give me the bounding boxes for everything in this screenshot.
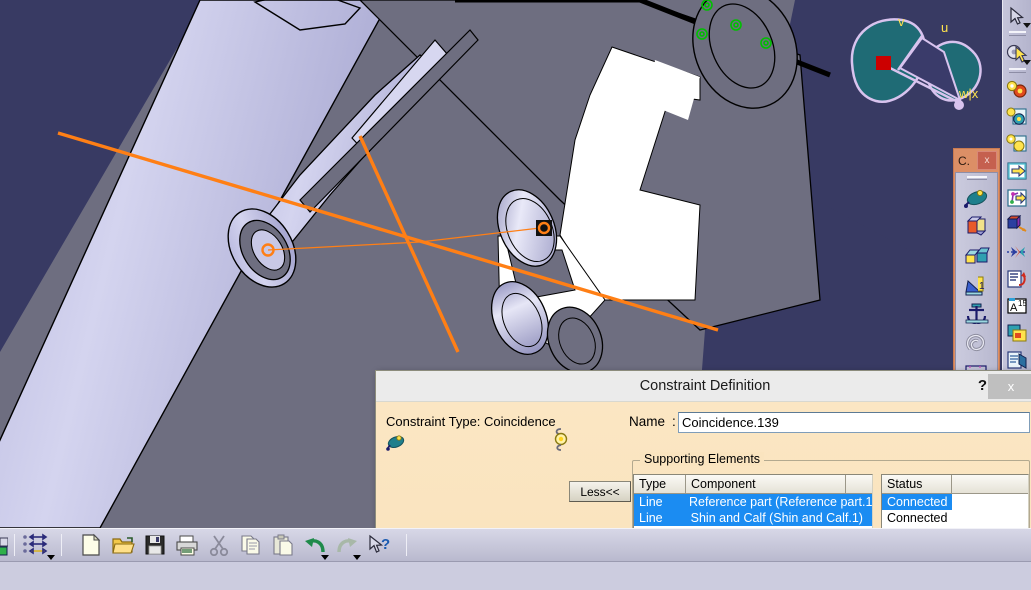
right-vertical-toolbar[interactable]: A 15 (1002, 0, 1031, 380)
toolbar-grip[interactable] (966, 176, 987, 180)
contact-constraint-icon[interactable] (962, 212, 992, 241)
partial-left-icon[interactable] (0, 532, 8, 558)
annotation-icon[interactable]: A 15 (1004, 292, 1031, 319)
less-button[interactable]: Less<< (569, 481, 631, 502)
cut-icon[interactable] (206, 532, 232, 558)
redo-icon[interactable] (334, 532, 361, 560)
name-colon: : (672, 414, 676, 429)
svg-text:A: A (1010, 302, 1018, 314)
cell-component: Reference part (Reference part.1) (684, 494, 872, 510)
bottom-status-area: ? (0, 528, 1031, 590)
new-file-icon[interactable] (78, 532, 104, 558)
column-header-component[interactable]: Component (686, 475, 846, 493)
coincidence-constraint-icon[interactable] (962, 183, 992, 212)
fix-component-icon[interactable] (962, 299, 992, 328)
status-row[interactable]: Connected (882, 510, 1028, 526)
update-all-icon[interactable] (1004, 76, 1031, 103)
insert-new-part-icon[interactable] (1004, 184, 1031, 211)
column-header-type[interactable]: Type (634, 475, 686, 493)
whats-this-help-icon[interactable]: ? (366, 532, 396, 558)
dropdown-arrow-icon[interactable] (321, 555, 329, 560)
close-icon-glyph: x (1007, 379, 1015, 394)
scene-icon[interactable] (1004, 319, 1031, 346)
svg-text:15: 15 (1018, 299, 1027, 308)
select-arrow-icon[interactable] (1004, 2, 1031, 29)
status-table[interactable]: Status Connected Connected (881, 474, 1029, 536)
dropdown-arrow-icon[interactable] (353, 555, 361, 560)
copy-icon[interactable] (238, 532, 264, 558)
standard-toolbar[interactable]: ? (0, 528, 1031, 562)
table-row[interactable]: Line Shin and Calf (Shin and Calf.1) (634, 510, 872, 526)
less-button-label: Less<< (580, 484, 620, 499)
constraint-name-input[interactable] (678, 412, 1030, 433)
floating-toolbar-titlebar[interactable]: C. x (955, 150, 998, 172)
fix-together-icon[interactable] (962, 328, 992, 357)
manipulate-icon[interactable] (1004, 39, 1031, 66)
cell-type: Line (634, 510, 686, 526)
update-part-icon[interactable] (1004, 103, 1031, 130)
manipulation-icon[interactable] (21, 532, 55, 560)
floating-constraints-toolbar[interactable]: C. x 1 (953, 148, 1000, 389)
table-header-row: Type Component (634, 475, 872, 494)
undo-icon[interactable] (302, 532, 329, 560)
cell-component: Shin and Calf (Shin and Calf.1) (685, 510, 872, 526)
toolbar-separator (14, 534, 15, 556)
status-row[interactable]: Connected (882, 494, 1028, 510)
close-icon[interactable]: x (988, 374, 1031, 399)
explode-icon[interactable] (1004, 238, 1031, 265)
insert-existing-component-icon[interactable] (1004, 157, 1031, 184)
close-icon[interactable]: x (977, 151, 997, 170)
cell-status: Connected (887, 511, 948, 525)
apply-material-icon[interactable] (1004, 211, 1031, 238)
navigation-compass[interactable]: v u w|x (840, 8, 1005, 133)
compass-label-u: u (941, 20, 949, 35)
svg-text:?: ? (381, 536, 390, 553)
drafting-icon[interactable] (1004, 346, 1031, 373)
compass-label-w: w|x (959, 86, 979, 101)
analyze-update-icon[interactable] (1004, 130, 1031, 157)
svg-text:1: 1 (979, 281, 985, 292)
compass-label-v: v (898, 14, 905, 29)
dialog-title: Constraint Definition (639, 378, 771, 394)
name-label: Name (629, 414, 666, 429)
status-header-row: Status (882, 475, 1028, 494)
floating-toolbar-body: 1 (955, 172, 998, 387)
column-header-status[interactable]: Status (882, 475, 952, 493)
catalog-browser-icon[interactable] (1004, 265, 1031, 292)
paste-icon[interactable] (270, 532, 296, 558)
table-row[interactable]: Line Reference part (Reference part.1) (634, 494, 872, 510)
dropdown-arrow-icon[interactable] (1022, 23, 1031, 28)
toolbar-grip[interactable] (1008, 31, 1026, 36)
open-file-icon[interactable] (110, 532, 136, 558)
angle-constraint-icon[interactable]: 1 (962, 270, 992, 299)
supporting-elements-legend: Supporting Elements (640, 452, 765, 466)
toolbar-grip[interactable] (1008, 68, 1026, 73)
dialog-titlebar[interactable]: Constraint Definition ? x (376, 371, 1031, 402)
column-header-blank[interactable] (846, 475, 872, 493)
cell-status: Connected (882, 494, 952, 510)
dropdown-arrow-icon[interactable] (1022, 60, 1031, 65)
dropdown-arrow-icon[interactable] (47, 555, 55, 560)
help-icon[interactable]: ? (978, 377, 987, 394)
offset-constraint-icon[interactable] (962, 241, 992, 270)
column-header-blank[interactable] (952, 475, 1028, 493)
toolbar-separator (61, 534, 62, 556)
cell-type: Line (634, 494, 684, 510)
constraint-type-label: Constraint Type: Coincidence (386, 414, 556, 429)
coincidence-constraint-icon (386, 434, 408, 457)
save-file-icon[interactable] (142, 532, 168, 558)
print-icon[interactable] (174, 532, 200, 558)
floating-toolbar-title: C. (958, 154, 970, 168)
toolbar-separator (406, 534, 407, 556)
coincidence-orientation-icon[interactable] (551, 426, 571, 459)
close-icon-glyph: x (984, 155, 990, 166)
compass-origin-marker (876, 56, 891, 70)
catia-application-window: v u w|x C. x 1 A 15 Constraint Definitio… (0, 0, 1031, 590)
